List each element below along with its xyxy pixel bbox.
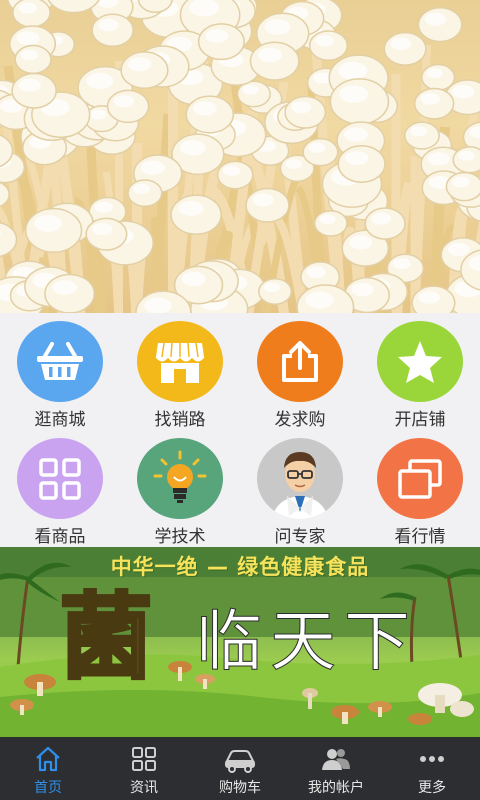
tab-news[interactable]: 资讯: [96, 737, 192, 800]
account-icon: [322, 749, 350, 770]
hero-mushroom-image[interactable]: [0, 0, 480, 313]
tab-account[interactable]: 我的帐户: [288, 737, 384, 800]
grid-item-label: 找销路: [154, 410, 206, 430]
basket-icon: [17, 321, 103, 402]
cart-icon: [225, 750, 255, 773]
banner-title: 临天下: [196, 603, 418, 681]
grid-item-browse-mall[interactable]: 逛商城: [0, 313, 120, 430]
grid-item-label: 看商品: [34, 527, 86, 547]
tab-home[interactable]: 首页: [0, 737, 96, 800]
tab-more[interactable]: 更多: [384, 737, 480, 800]
star-icon: [377, 321, 463, 402]
tab-label: 我的帐户: [308, 780, 364, 796]
grid-item-label: 问专家: [274, 527, 326, 547]
grid-item-market-trends[interactable]: 看行情: [360, 430, 480, 547]
grid-item-label: 发求购: [274, 410, 326, 430]
home-icon: [36, 746, 60, 772]
mushroom-photo: [0, 0, 480, 313]
lightbulb-icon: [137, 438, 223, 519]
news-grid-icon: [132, 747, 156, 771]
tab-label: 首页: [34, 780, 62, 796]
tab-label: 资讯: [130, 780, 158, 796]
storefront-icon: [137, 321, 223, 402]
grid-item-view-products[interactable]: 看商品: [0, 430, 120, 547]
share-upload-icon: [257, 321, 343, 402]
grid-item-find-market[interactable]: 找销路: [120, 313, 240, 430]
tab-cart[interactable]: 购物车: [192, 737, 288, 800]
more-icon: [420, 756, 444, 762]
grid-item-label: 看行情: [394, 527, 446, 547]
banner-slogan: 中华一绝 — 绿色健康食品: [110, 555, 370, 579]
promo-banner[interactable]: 中华一绝 — 绿色健康食品 菌 临天下: [0, 547, 480, 737]
bottom-tab-bar: 首页 资讯 购物车 我的帐户 更多: [0, 737, 480, 800]
gallery-icon: [377, 438, 463, 519]
grid-item-learn-tech[interactable]: 学技术: [120, 430, 240, 547]
grid-item-ask-expert[interactable]: 问专家: [240, 430, 360, 547]
tab-label: 购物车: [219, 780, 261, 796]
tab-label: 更多: [418, 780, 446, 796]
grid-item-post-request[interactable]: 发求购: [240, 313, 360, 430]
banner-big-char: 菌: [58, 583, 154, 691]
grid-icon: [17, 438, 103, 519]
feature-grid: 逛商城 找销路 发求购 开店铺 看商品 学技术 问专家 看行情: [0, 313, 480, 547]
grid-item-open-shop[interactable]: 开店铺: [360, 313, 480, 430]
grid-item-label: 开店铺: [394, 410, 446, 430]
expert-avatar-icon: [257, 438, 343, 519]
grid-item-label: 逛商城: [34, 410, 86, 430]
grid-item-label: 学技术: [154, 527, 206, 547]
